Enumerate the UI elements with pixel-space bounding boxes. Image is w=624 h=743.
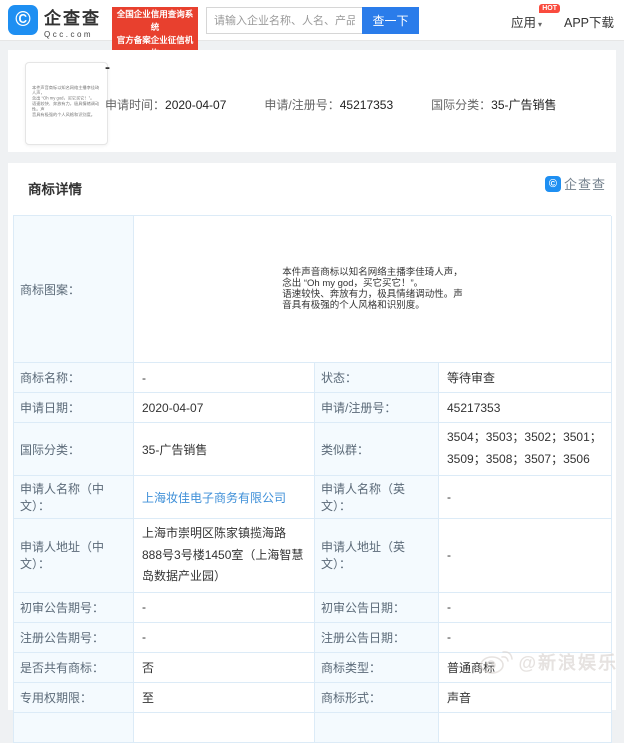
field-label: 类似群： <box>315 423 439 476</box>
table-row-partial <box>14 712 612 743</box>
field-label: 申请人地址（中文）： <box>14 519 134 593</box>
nav-apps[interactable]: 应用 ▾ HOT <box>510 4 560 31</box>
top-navigation-bar: © 企查查 Qcc.com 全国企业信用查询系统 官方备案企业征信机构 查一下 … <box>0 0 624 61</box>
applicant-name-cell: 上海妆佳电子商务有限公司 <box>134 476 315 519</box>
similar-group-value: 3504；3503；3502；3501；3509；3508；3507；3506 <box>439 423 612 476</box>
qcc-logo[interactable]: 企查查 Qcc.com <box>44 4 101 39</box>
field-label <box>315 712 439 743</box>
summary-field-intl-class: 国际分类：35-广告销售 <box>431 96 556 113</box>
field-label: 申请/注册号： <box>264 98 340 112</box>
field-value: 否 <box>134 652 315 683</box>
qcc-logo-name: 企查查 <box>44 9 101 28</box>
section-title: 商标详情 <box>28 182 82 197</box>
qcc-logo-domain: Qcc.com <box>44 30 94 39</box>
trademark-title: - <box>105 59 110 76</box>
summary-field-reg-number: 申请/注册号：45217353 <box>264 96 393 113</box>
table-row: 国际分类： 35-广告销售 类似群： 3504；3503；3502；3501；3… <box>14 423 612 476</box>
sina-ent-watermark: @新浪娱乐 <box>478 648 618 676</box>
field-label: 申请时间： <box>105 98 166 112</box>
header-nav: 应用 ▾ HOT APP下载 <box>510 4 614 31</box>
table-row-image: 商标图案： 本件声音商标以知名网络主播李佳琦人声， 念出 “Oh my god，… <box>14 216 612 363</box>
table-row: 申请人名称（中文）： 上海妆佳电子商务有限公司 申请人名称（英文）： - <box>14 476 612 519</box>
field-value: 45217353 <box>339 98 394 112</box>
field-label: 申请日期： <box>14 393 134 423</box>
table-row: 申请日期： 2020-04-07 申请/注册号： 45217353 <box>14 393 612 423</box>
field-value: - <box>439 519 612 593</box>
trademark-thumbnail[interactable]: 本件声音商标以知名网络主播李佳琦人声， 念出 “Oh my god，买它买它！”… <box>25 62 108 145</box>
field-label: 专用权期限： <box>14 682 134 713</box>
chevron-down-icon: ▾ <box>537 20 542 29</box>
watermark-text: @新浪娱乐 <box>518 653 618 673</box>
field-value: 声音 <box>439 682 612 713</box>
field-label: 注册公告日期： <box>315 622 439 653</box>
field-label: 国际分类： <box>14 423 134 476</box>
field-label: 申请/注册号： <box>315 393 439 423</box>
weibo-icon <box>480 651 514 674</box>
gov-badge-line1: 全国企业信用查询系统 <box>116 9 194 32</box>
field-label: 初审公告期号： <box>14 592 134 623</box>
field-value: - <box>134 592 315 623</box>
qcc-brand-stamp: © 企查查 <box>544 174 606 193</box>
field-value: 至 <box>134 682 315 713</box>
field-label: 商标形式： <box>315 682 439 713</box>
field-label: 申请人名称（中文）： <box>14 476 134 519</box>
trademark-thumbnail-text: 本件声音商标以知名网络主播李佳琦人声， 念出 “Oh my god，买它买它！”… <box>32 85 100 118</box>
search-button[interactable]: 查一下 <box>362 7 419 34</box>
field-value: 45217353 <box>439 393 612 423</box>
field-value: - <box>134 622 315 653</box>
field-label: 是否共有商标： <box>14 652 134 683</box>
field-label <box>14 712 134 743</box>
trademark-sound-description: 本件声音商标以知名网络主播李佳琦人声， 念出 “Oh my god，买它买它！”… <box>282 266 463 312</box>
table-row: 初审公告期号： - 初审公告日期： - <box>14 592 612 623</box>
table-row: 申请人地址（中文）： 上海市崇明区陈家镇揽海路888号3号楼1450室（上海智慧… <box>14 519 612 593</box>
status-value: 等待审查 <box>439 363 612 393</box>
field-label: 商标名称： <box>14 363 134 393</box>
field-label: 初审公告日期： <box>315 592 439 623</box>
trademark-image-cell: 本件声音商标以知名网络主播李佳琦人声， 念出 “Oh my god，买它买它！”… <box>134 216 612 363</box>
table-row: 专用权期限： 至 商标形式： 声音 <box>14 682 612 713</box>
field-value: 2020-04-07 <box>165 98 227 112</box>
nav-apps-label: 应用 <box>510 16 536 30</box>
field-label: 申请人地址（英文）： <box>315 519 439 593</box>
applicant-company-link[interactable]: 上海妆佳电子商务有限公司 <box>142 489 286 506</box>
search-input[interactable] <box>206 7 362 34</box>
field-label: 注册公告期号： <box>14 622 134 653</box>
field-label: 申请人名称（英文）： <box>315 476 439 519</box>
trademark-details-section: 商标详情 © 企查查 商标图案： 本件声音商标以知名网络主播李佳琦人声， 念出 … <box>8 163 616 743</box>
field-value: - <box>134 363 315 393</box>
table-row: 商标名称： - 状态： 等待审查 <box>14 363 612 393</box>
field-value <box>439 712 612 743</box>
applicant-address-value: 上海市崇明区陈家镇揽海路888号3号楼1450室（上海智慧岛数据产业园） <box>134 519 315 593</box>
field-label: 状态： <box>315 363 439 393</box>
field-value <box>134 712 315 743</box>
qcc-brand-icon: © <box>544 175 561 192</box>
field-value: 35-广告销售 <box>491 98 557 112</box>
summary-field-apply-date: 申请时间：2020-04-07 <box>105 96 226 113</box>
field-value: - <box>439 592 612 623</box>
qcc-logo-icon[interactable]: © <box>8 5 38 35</box>
qcc-brand-label: 企查查 <box>563 177 606 192</box>
search-bar: 查一下 <box>206 7 419 34</box>
hot-badge: HOT <box>539 4 560 13</box>
field-label: 国际分类： <box>431 98 492 112</box>
field-value: - <box>439 476 612 519</box>
trademark-summary-card: 本件声音商标以知名网络主播李佳琦人声， 念出 “Oh my god，买它买它！”… <box>8 50 616 152</box>
field-label-trademark-image: 商标图案： <box>14 216 134 363</box>
field-value: 35-广告销售 <box>134 423 315 476</box>
nav-app-download[interactable]: APP下载 <box>564 12 614 31</box>
field-label: 商标类型： <box>315 652 439 683</box>
field-value: 2020-04-07 <box>134 393 315 423</box>
summary-fields: 申请时间：2020-04-07 申请/注册号：45217353 国际分类：35-… <box>105 96 557 113</box>
